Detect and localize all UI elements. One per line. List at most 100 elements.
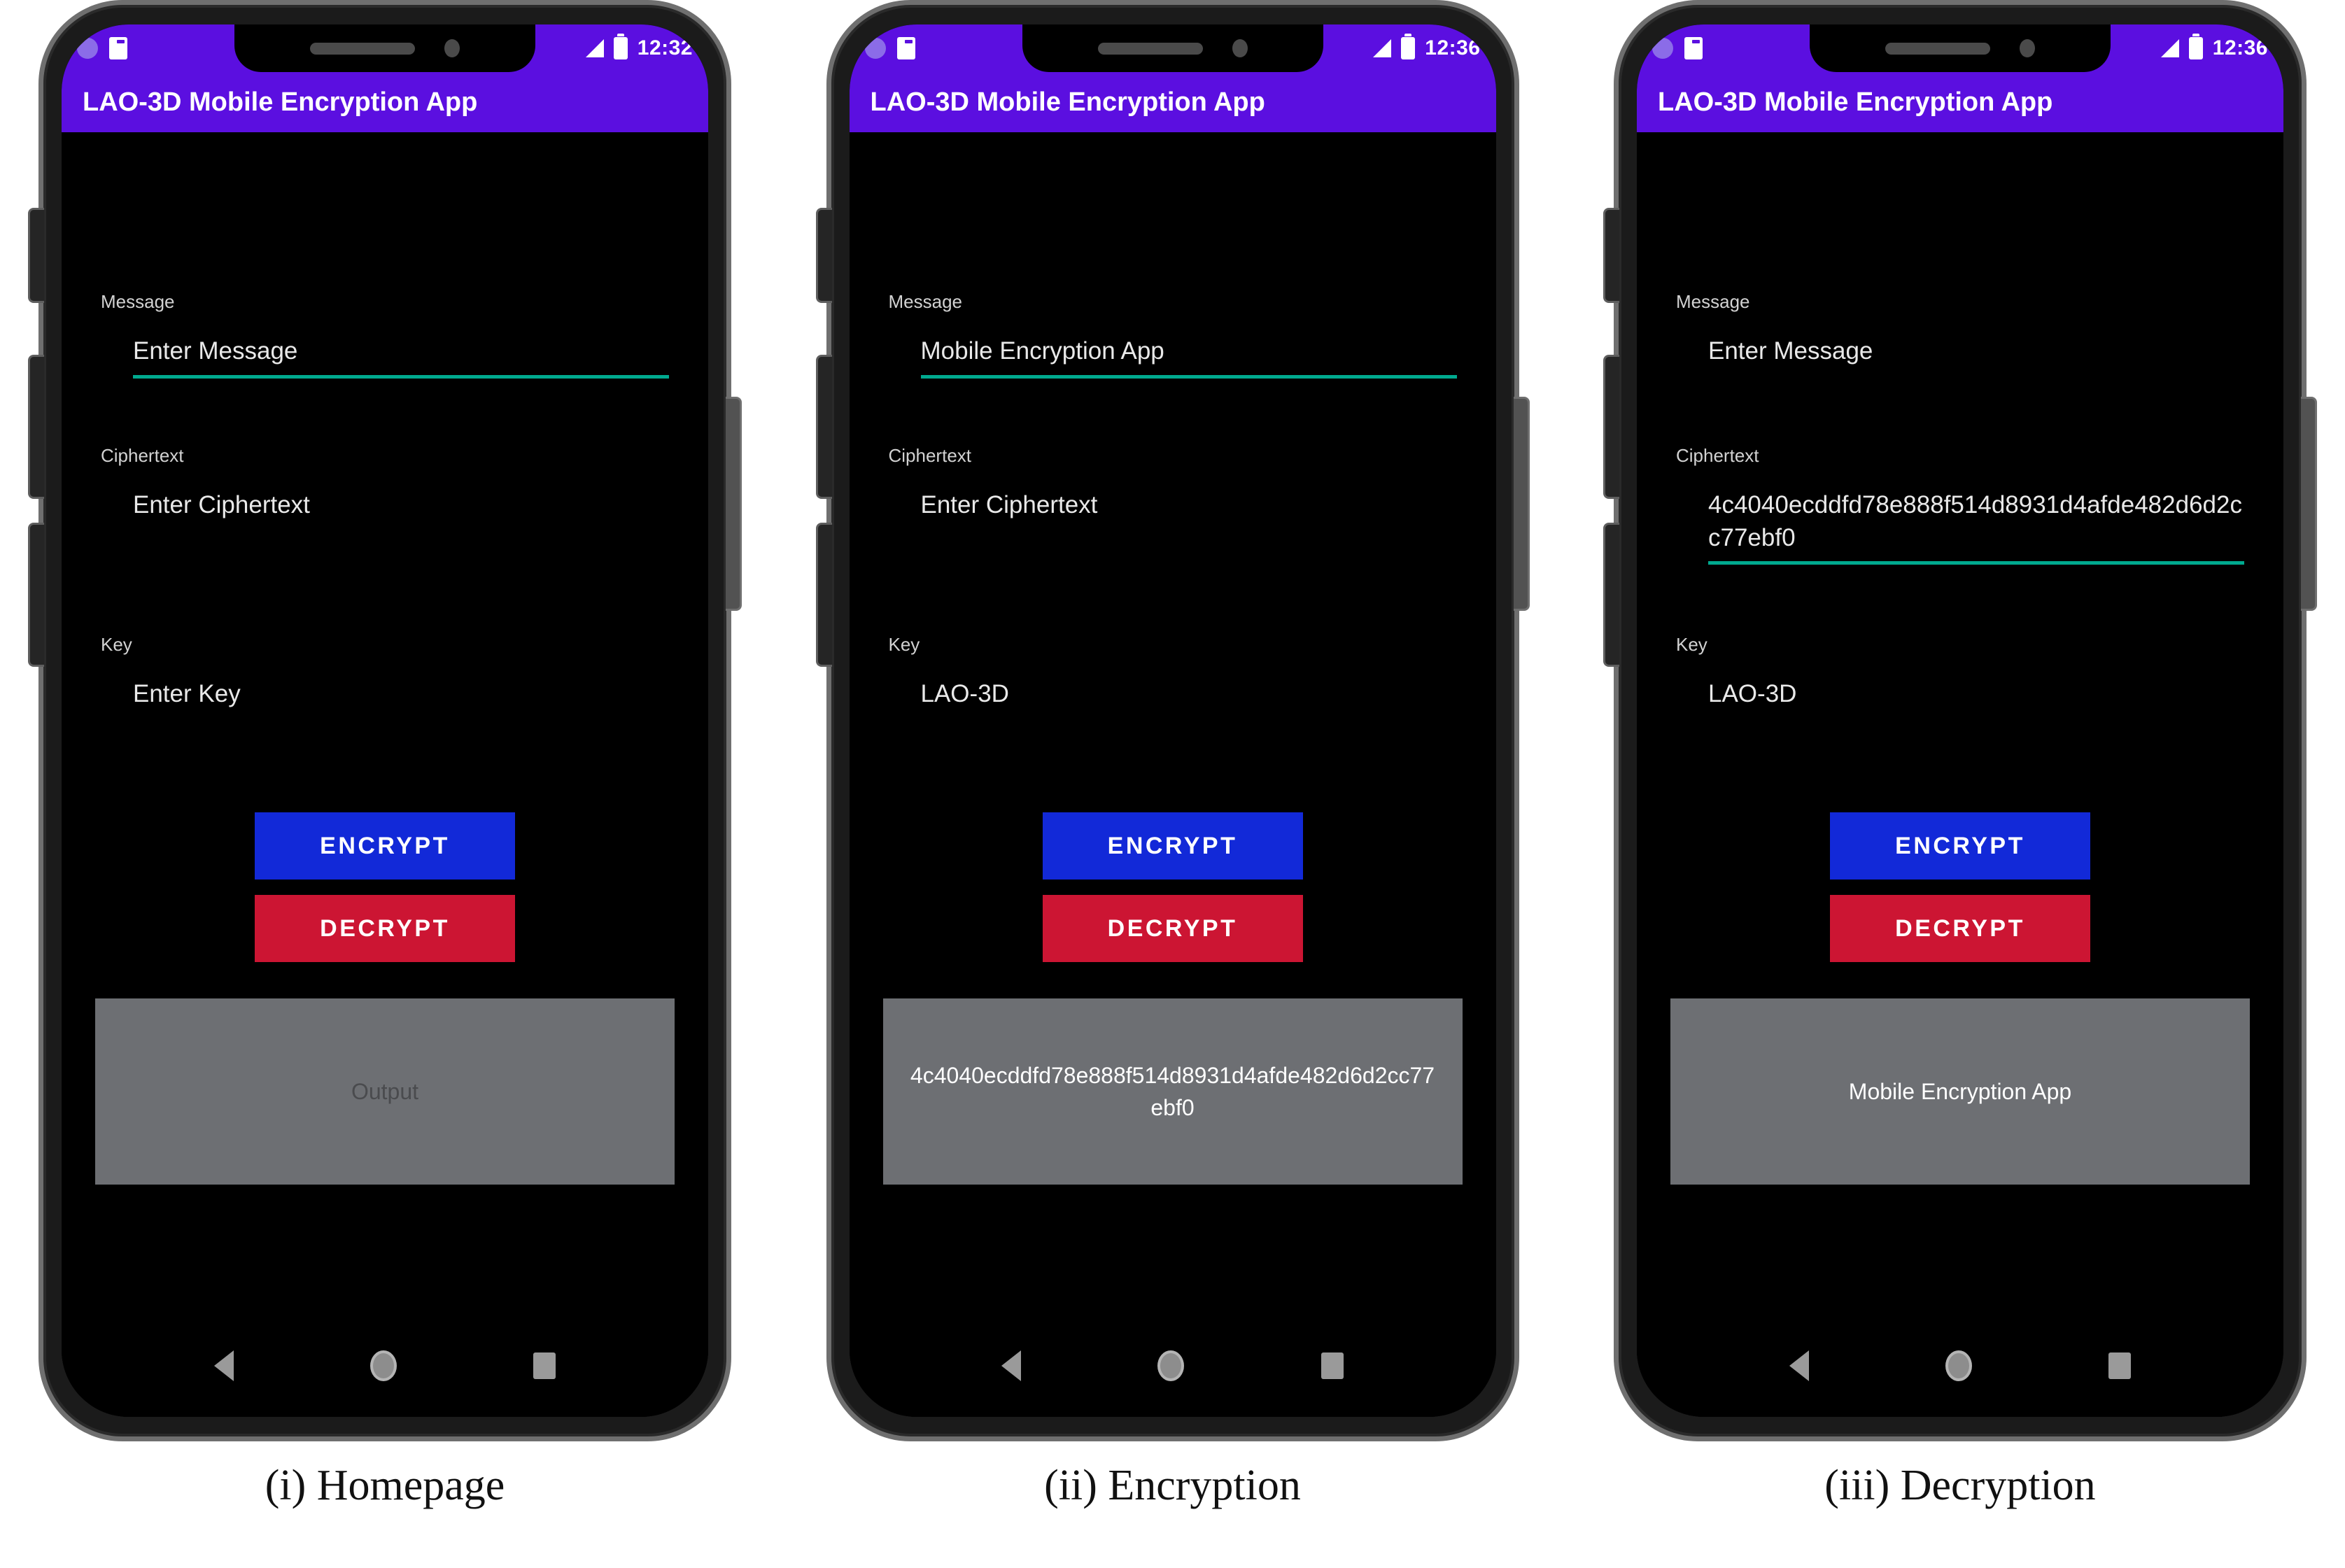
home-icon[interactable] [369,1350,397,1381]
volume-down-button[interactable] [1603,523,1619,667]
ciphertext-value: Enter Ciphertext [920,490,1098,518]
front-camera-icon [1232,39,1248,57]
ciphertext-input[interactable]: Enter Ciphertext [101,473,669,532]
power-button[interactable] [726,397,742,611]
status-bar-clock: 12:36 [1425,36,1481,59]
device-notch [234,24,535,72]
key-field-group: Key LAO-3D [889,635,1457,721]
android-nav-bar [849,1333,1496,1417]
message-field-group: Message Enter Message [101,292,669,379]
phone-device: 12:36 LAO-3D Mobile Encryption App Messa… [1603,0,2317,1441]
output-panel: Mobile Encryption App [1670,998,2250,1185]
android-nav-bar [62,1333,708,1417]
decrypt-button[interactable]: DECRYPT [1830,895,2090,962]
key-input[interactable]: LAO-3D [889,662,1457,721]
back-icon[interactable] [1001,1350,1022,1381]
volume-down-button[interactable] [28,523,44,667]
message-input[interactable]: Enter Message [1676,319,2244,379]
output-panel: Output [95,998,675,1185]
mute-switch[interactable] [28,208,44,303]
status-bar-right: 12:36 [1373,34,1481,60]
action-buttons: ENCRYPT DECRYPT [850,812,1496,962]
signal-icon [585,39,604,57]
power-button[interactable] [2301,397,2317,611]
ciphertext-label: Ciphertext [888,445,972,466]
key-input[interactable]: LAO-3D [1676,662,2244,721]
mute-switch[interactable] [815,208,832,303]
message-field-group: Message Mobile Encryption App [889,292,1457,379]
signal-icon [2160,39,2179,57]
ciphertext-field-group: Ciphertext Enter Ciphertext [889,446,1457,532]
mute-switch[interactable] [1603,208,1619,303]
app-content: Message Enter Message Ciphertext Enter C… [62,132,708,1333]
message-value: Mobile Encryption App [920,337,1164,365]
recents-icon[interactable] [533,1352,556,1379]
message-underline [920,374,1457,379]
ciphertext-field-group: Ciphertext Enter Ciphertext [101,446,669,532]
action-buttons: ENCRYPT DECRYPT [62,812,708,962]
panel-caption: (iii) Decryption [1824,1462,2096,1509]
output-panel: 4c4040ecddfd78e888f514d8931d4afde482d6d2… [882,998,1463,1185]
status-bar-clock: 12:36 [2212,36,2268,59]
decrypt-button[interactable]: DECRYPT [255,895,515,962]
status-bar-right: 12:32 [585,34,693,60]
panel-encryption: 12:36 LAO-3D Mobile Encryption App Messa… [788,0,1558,1511]
key-value: Enter Key [133,679,241,707]
panel-caption: (ii) Encryption [1044,1462,1301,1509]
signal-icon [1373,39,1392,57]
app-bar: LAO-3D Mobile Encryption App [849,72,1496,132]
app-bar: LAO-3D Mobile Encryption App [1637,72,2283,132]
battery-icon [1401,34,1416,59]
ciphertext-input[interactable]: Enter Ciphertext [889,473,1457,532]
key-value: LAO-3D [920,679,1009,707]
encrypt-button[interactable]: ENCRYPT [1830,812,2090,880]
message-field-group: Message Enter Message [1676,292,2244,379]
sd-card-icon [1684,37,1703,59]
volume-down-button[interactable] [815,523,832,667]
output-text: 4c4040ecddfd78e888f514d8931d4afde482d6d2… [910,1062,1435,1120]
phone-device: 12:32 LAO-3D Mobile Encryption App Messa… [28,0,742,1441]
message-label: Message [101,291,175,312]
home-icon[interactable] [1945,1350,1972,1381]
app-content: Message Mobile Encryption App Ciphertext… [850,132,1496,1333]
earpiece-speaker-icon [310,42,415,55]
back-icon[interactable] [1789,1350,1809,1381]
volume-up-button[interactable] [815,355,832,499]
status-bar-left [77,37,127,59]
volume-up-button[interactable] [1603,355,1619,499]
phone-screen-bezel: 12:36 LAO-3D Mobile Encryption App Messa… [849,24,1496,1417]
power-button[interactable] [1513,397,1530,611]
ciphertext-field-group: Ciphertext 4c4040ecddfd78e888f514d8931d4… [1676,446,2244,565]
phone-screen-bezel: 12:36 LAO-3D Mobile Encryption App Messa… [1637,24,2283,1417]
ciphertext-value: Enter Ciphertext [133,490,310,518]
android-nav-bar [1637,1333,2283,1417]
key-label: Key [101,634,132,655]
volume-up-button[interactable] [28,355,44,499]
app-content: Message Enter Message Ciphertext 4c4040e… [1637,132,2283,1333]
message-underline [133,374,669,379]
panel-decryption: 12:36 LAO-3D Mobile Encryption App Messa… [1575,0,2345,1511]
circle-icon [77,38,98,59]
ciphertext-input[interactable]: 4c4040ecddfd78e888f514d8931d4afde482d6d2… [1676,473,2244,565]
battery-icon [2188,34,2203,59]
recents-icon[interactable] [1321,1352,1344,1379]
front-camera-icon [2020,39,2035,57]
app-bar: LAO-3D Mobile Encryption App [62,72,708,132]
encrypt-button[interactable]: ENCRYPT [255,812,515,880]
ciphertext-underline [1708,561,2244,565]
app-title: LAO-3D Mobile Encryption App [83,87,478,117]
status-bar-clock: 12:32 [637,36,693,59]
message-input[interactable]: Mobile Encryption App [889,319,1457,379]
sd-card-icon [896,37,915,59]
panel-homepage: 12:32 LAO-3D Mobile Encryption App Messa… [0,0,770,1511]
app-title: LAO-3D Mobile Encryption App [1658,87,2053,117]
back-icon[interactable] [213,1350,234,1381]
key-input[interactable]: Enter Key [101,662,669,721]
battery-icon [613,34,628,59]
message-input[interactable]: Enter Message [101,319,669,379]
decrypt-button[interactable]: DECRYPT [1042,895,1303,962]
recents-icon[interactable] [2108,1352,2132,1379]
encrypt-button[interactable]: ENCRYPT [1042,812,1303,880]
circle-icon [1652,38,1673,59]
home-icon[interactable] [1157,1350,1185,1381]
